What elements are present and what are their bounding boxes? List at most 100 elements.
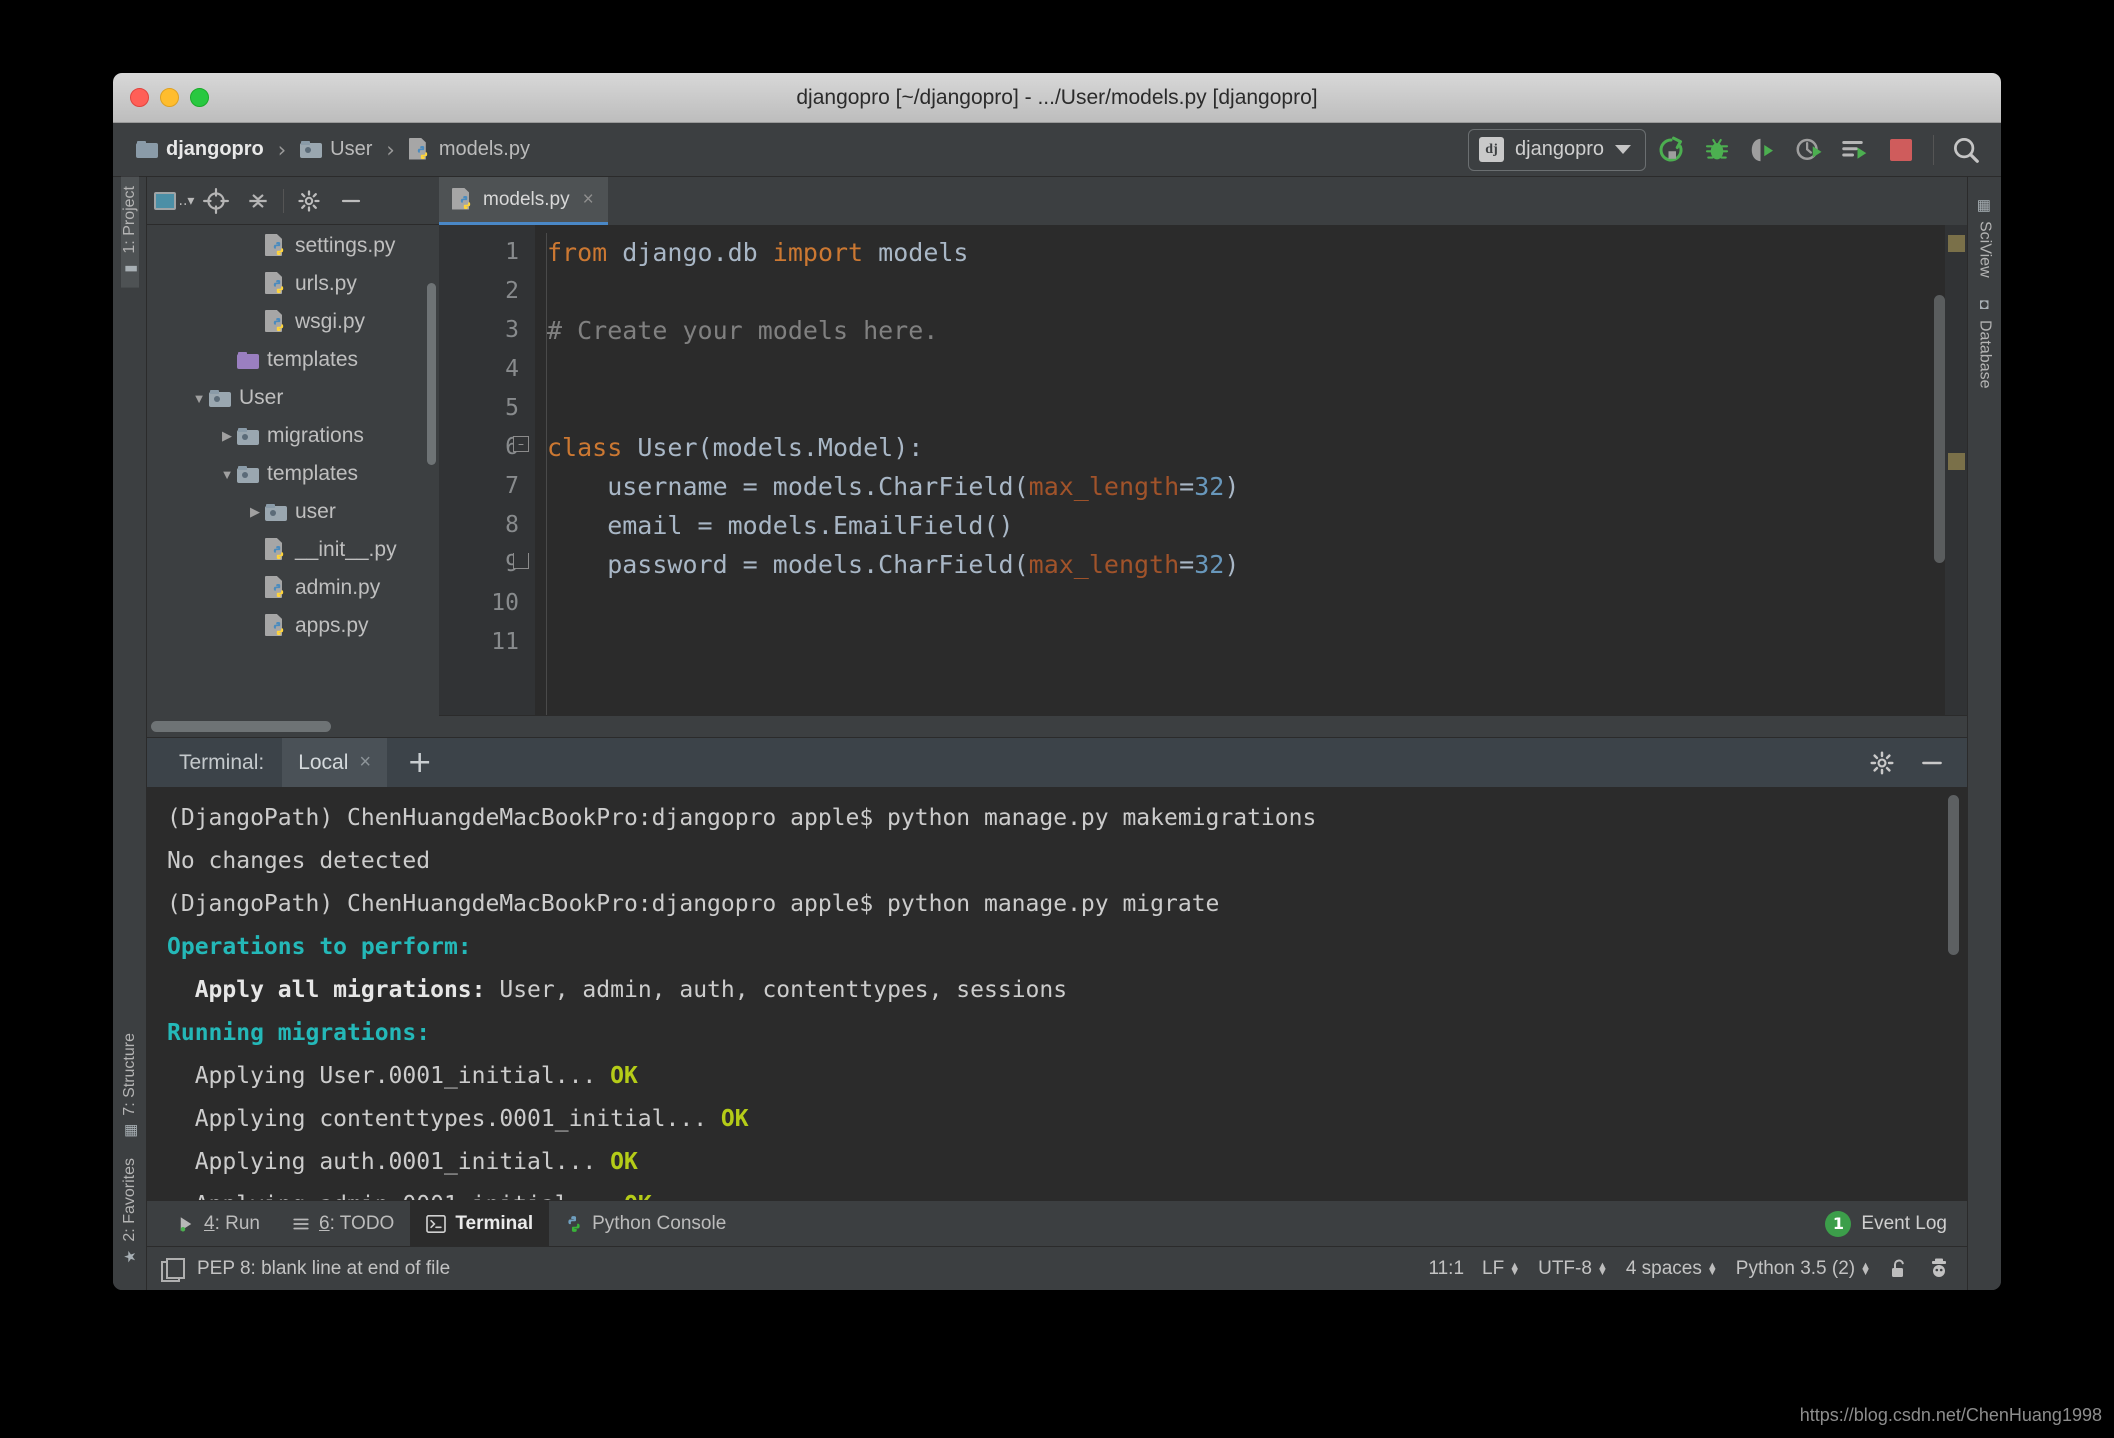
stop-button[interactable] — [1880, 129, 1922, 171]
terminal-output[interactable]: (DjangoPath) ChenHuangdeMacBookPro:djang… — [147, 787, 1967, 1200]
encoding-selector[interactable]: UTF-8 ▲ ▼ — [1538, 1258, 1608, 1280]
module-folder-icon — [237, 465, 259, 483]
warning-marker[interactable] — [1948, 453, 1965, 470]
chevron-down-icon[interactable]: ▼ — [217, 467, 237, 482]
run-with-parameters-button[interactable] — [1834, 129, 1876, 171]
terminal-settings-gear-icon[interactable] — [1861, 742, 1903, 784]
tree-row[interactable]: settings.py — [147, 227, 439, 265]
code-content[interactable]: from django.db import models # Create yo… — [535, 225, 1967, 715]
tab-python-console[interactable]: Python Console — [549, 1201, 742, 1247]
caret-position[interactable]: 11:1 — [1428, 1258, 1464, 1280]
fold-marker-end[interactable] — [513, 553, 529, 569]
sidebar-item-sciview[interactable]: ▦ SciView — [1976, 187, 1994, 287]
unlocked-icon[interactable] — [1889, 1258, 1909, 1280]
inspection-icon[interactable] — [161, 1257, 185, 1282]
breadcrumb-separator: › — [277, 137, 287, 162]
tree-vertical-scrollbar[interactable] — [427, 283, 436, 465]
line-separator-selector[interactable]: LF ▲ ▼ — [1482, 1258, 1520, 1280]
sidebar-item-database[interactable]: ◘ Database — [1976, 287, 1994, 398]
sidebar-item-project[interactable]: ▮ 1: Project — [120, 177, 139, 288]
star-icon: ★ — [120, 1249, 139, 1266]
terminal-line: No changes detected — [167, 848, 431, 874]
code-area[interactable]: 1234567891011 – from django.db import mo… — [439, 225, 1967, 715]
tree-row[interactable]: apps.py — [147, 607, 439, 645]
indent-selector[interactable]: 4 spaces ▲ ▼ — [1626, 1258, 1718, 1280]
line-number: 2 — [505, 278, 519, 304]
gear-icon[interactable] — [288, 181, 330, 221]
warning-marker[interactable] — [1948, 235, 1965, 252]
terminal-scrollbar[interactable] — [1948, 795, 1959, 955]
tree-row[interactable]: templates — [147, 341, 439, 379]
chevron-down-icon[interactable]: ▼ — [189, 391, 209, 406]
breadcrumb-item-file[interactable]: models.py — [404, 137, 535, 162]
editor-horizontal-scrollbar[interactable] — [439, 715, 1967, 737]
line-number: 10 — [491, 590, 519, 616]
marker-strip[interactable] — [1945, 225, 1967, 715]
toolbar-divider — [1933, 134, 1934, 165]
grid-icon: ▦ — [1975, 197, 1994, 214]
tab-run[interactable]: 4: Run — [161, 1201, 276, 1247]
fold-marker-class[interactable]: – — [513, 436, 529, 452]
code-line: password = models.CharField(max_length=3… — [547, 550, 1240, 579]
module-folder-icon — [265, 503, 287, 521]
chevron-right-icon[interactable]: ▶ — [217, 428, 237, 444]
event-log-label[interactable]: Event Log — [1861, 1213, 1947, 1235]
chevron-right-icon[interactable]: ▶ — [245, 504, 265, 520]
collapse-all-icon[interactable] — [237, 181, 279, 221]
terminal-tab-local[interactable]: Local × — [282, 737, 388, 788]
sidebar-item-structure[interactable]: ▦ 7: Structure — [121, 1024, 139, 1150]
sidebar-item-favorites[interactable]: ★ 2: Favorites — [121, 1149, 139, 1276]
status-right: 11:1 LF ▲ ▼ UTF-8 ▲ ▼ 4 spaces ▲ ▼ Python 3.5 … — [1428, 1257, 1951, 1281]
editor-tab-models-py[interactable]: models.py × — [439, 177, 608, 225]
tree-row-label: __init__.py — [295, 538, 397, 561]
breadcrumb-item-project[interactable]: djangopro — [131, 138, 269, 161]
minus-icon[interactable] — [330, 181, 372, 221]
terminal-line: (DjangoPath) ChenHuangdeMacBookPro:djang… — [167, 891, 1220, 917]
chevron-updown-icon: ▲ ▼ — [1596, 1259, 1608, 1278]
terminal-hide-minus-icon[interactable] — [1911, 742, 1953, 784]
terminal-line: Applying contenttypes.0001_initial... OK — [167, 1106, 749, 1132]
breadcrumb-item-user[interactable]: User — [295, 138, 377, 161]
terminal-title: Terminal: — [179, 750, 265, 774]
tree-row-label: migrations — [267, 424, 364, 447]
tab-todo[interactable]: 6: TODO — [276, 1201, 410, 1247]
rerun-button[interactable] — [1650, 129, 1692, 171]
tree-row[interactable]: ▼ User — [147, 379, 439, 417]
coverage-button[interactable] — [1742, 129, 1784, 171]
toolbar-right: dj djangopro — [1468, 128, 1987, 171]
event-log-area: 1 Event Log — [1825, 1210, 1967, 1237]
debug-button[interactable] — [1696, 129, 1738, 171]
hector-inspector-icon[interactable] — [1927, 1257, 1951, 1281]
python-icon — [568, 1215, 580, 1232]
profile-button[interactable] — [1788, 129, 1830, 171]
editor-vertical-scrollbar[interactable] — [1934, 295, 1945, 563]
run-configuration-selector[interactable]: dj djangopro — [1468, 128, 1646, 171]
status-bar: PEP 8: blank line at end of file 11:1 LF… — [147, 1246, 1967, 1290]
locate-file-icon[interactable] — [195, 181, 237, 221]
todo-icon — [293, 1218, 309, 1229]
project-tree[interactable]: settings.py urls.py wsgi.py templates ▼ User ▶… — [147, 225, 439, 711]
tree-row[interactable]: wsgi.py — [147, 303, 439, 341]
tree-row-label: admin.py — [295, 576, 381, 599]
toolbar-divider — [283, 188, 284, 213]
line-number-gutter: 1234567891011 – — [439, 225, 535, 715]
tree-row[interactable]: urls.py — [147, 265, 439, 303]
tree-row[interactable]: ▼ templates — [147, 455, 439, 493]
tree-row[interactable]: __init__.py — [147, 531, 439, 569]
line-number: 7 — [505, 473, 519, 499]
status-left: PEP 8: blank line at end of file — [161, 1257, 450, 1282]
search-everywhere-button[interactable] — [1945, 129, 1987, 171]
close-icon[interactable]: × — [583, 189, 594, 211]
tree-row-label: settings.py — [295, 234, 396, 257]
python-file-icon — [265, 538, 287, 562]
tree-row[interactable]: ▶ user — [147, 493, 439, 531]
tree-row[interactable]: ▶ migrations — [147, 417, 439, 455]
interpreter-selector[interactable]: Python 3.5 (2) ▲ ▼ — [1736, 1258, 1871, 1280]
add-terminal-tab-button[interactable]: + — [387, 747, 452, 778]
scope-selector[interactable]: ..▾ — [153, 181, 195, 221]
tree-row[interactable]: admin.py — [147, 569, 439, 607]
close-icon[interactable]: × — [359, 751, 371, 774]
python-file-icon — [265, 234, 287, 258]
tree-horizontal-scrollbar[interactable] — [151, 721, 331, 732]
tab-terminal[interactable]: Terminal — [410, 1200, 550, 1247]
